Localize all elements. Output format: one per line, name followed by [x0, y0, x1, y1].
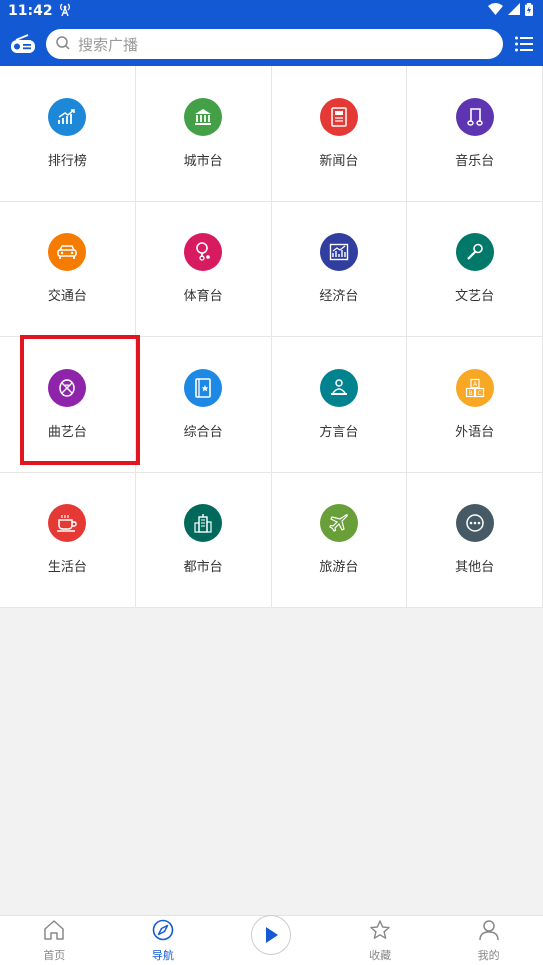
play-icon: [251, 914, 292, 955]
microphone-icon: [455, 233, 494, 272]
signal-icon: [508, 3, 520, 19]
book-icon: [184, 368, 223, 407]
category-label: 排行榜: [47, 153, 87, 169]
category-label: 方言台: [319, 424, 359, 440]
category-general[interactable]: 综合台: [135, 337, 272, 473]
nav-label: 导航: [151, 948, 174, 962]
car-icon: [48, 233, 87, 272]
user-icon: [478, 919, 500, 945]
building-icon: [184, 97, 223, 136]
city-icon: [184, 504, 223, 543]
category-news[interactable]: 新闻台: [271, 66, 408, 202]
search-input[interactable]: 搜索广播: [46, 29, 503, 59]
more-icon: [455, 504, 494, 543]
category-economy[interactable]: 经济台: [271, 201, 408, 337]
category-label: 其他台: [455, 560, 495, 576]
nav-home[interactable]: 首页: [14, 919, 94, 963]
category-other[interactable]: 其他台: [407, 472, 543, 608]
nav-favorites[interactable]: 收藏: [340, 919, 420, 963]
list-menu-icon[interactable]: [513, 33, 535, 55]
category-foreign[interactable]: ABC 外语台: [407, 337, 543, 473]
coffee-icon: [48, 504, 87, 543]
star-icon: [369, 919, 391, 945]
status-bar: 11:42: [0, 0, 543, 22]
category-label: 体育台: [183, 289, 223, 305]
category-label: 城市台: [183, 153, 223, 169]
bottom-nav: 首页 导航 收藏 我的: [0, 914, 543, 965]
wifi-icon: [488, 3, 503, 19]
airplane-icon: [319, 504, 358, 543]
music-note-icon: [455, 97, 494, 136]
nav-label: 收藏: [369, 948, 392, 962]
home-icon: [43, 919, 65, 945]
category-label: 曲艺台: [47, 424, 87, 440]
radio-logo-icon[interactable]: [8, 29, 38, 59]
category-traffic[interactable]: 交通台: [0, 201, 136, 337]
category-label: 音乐台: [455, 153, 495, 169]
abc-blocks-icon: ABC: [455, 368, 494, 407]
nav-guide[interactable]: 导航: [123, 919, 203, 963]
opera-mask-icon: [48, 368, 87, 407]
category-ranking[interactable]: 排行榜: [0, 66, 136, 202]
category-life[interactable]: 生活台: [0, 472, 136, 608]
svg-text:C: C: [477, 390, 481, 397]
category-label: 外语台: [455, 424, 495, 440]
category-label: 生活台: [47, 560, 87, 576]
racket-icon: [184, 233, 223, 272]
app-header: 搜索广播: [0, 22, 543, 66]
category-sports[interactable]: 体育台: [135, 201, 272, 337]
category-arts[interactable]: 文艺台: [407, 201, 543, 337]
category-label: 交通台: [47, 289, 87, 305]
nav-label: 首页: [43, 948, 66, 962]
category-label: 都市台: [183, 560, 223, 576]
hotspot-icon: [59, 2, 71, 20]
compass-icon: [152, 919, 174, 945]
search-icon: [56, 35, 70, 54]
category-travel[interactable]: 旅游台: [271, 472, 408, 608]
category-opera[interactable]: 曲艺台: [0, 337, 136, 473]
nav-label: 我的: [477, 948, 500, 962]
category-grid: 排行榜 城市台 新闻台 音乐台 交通台 体育台 经济台 文艺台 曲艺台 综合台 …: [0, 66, 543, 608]
category-label: 文艺台: [455, 289, 495, 305]
category-music[interactable]: 音乐台: [407, 66, 543, 202]
category-dialect[interactable]: 方言台: [271, 337, 408, 473]
category-city[interactable]: 城市台: [135, 66, 272, 202]
category-urban[interactable]: 都市台: [135, 472, 272, 608]
svg-text:B: B: [468, 390, 472, 397]
category-label: 旅游台: [319, 560, 359, 576]
chart-up-icon: [48, 97, 87, 136]
chart-icon: [319, 233, 358, 272]
nav-mine[interactable]: 我的: [449, 919, 529, 963]
category-label: 综合台: [183, 424, 223, 440]
app: 11:42 搜索广播 排行榜 城市台 新闻台 音乐台 交通台 体育台 经济台 文…: [0, 0, 543, 965]
category-label: 经济台: [319, 289, 359, 305]
search-placeholder: 搜索广播: [78, 35, 139, 54]
battery-icon: [525, 2, 533, 20]
newspaper-icon: [319, 97, 358, 136]
speaker-person-icon: [319, 368, 358, 407]
nav-player[interactable]: [231, 914, 311, 957]
status-time: 11:42: [8, 3, 53, 19]
category-label: 新闻台: [319, 153, 359, 169]
